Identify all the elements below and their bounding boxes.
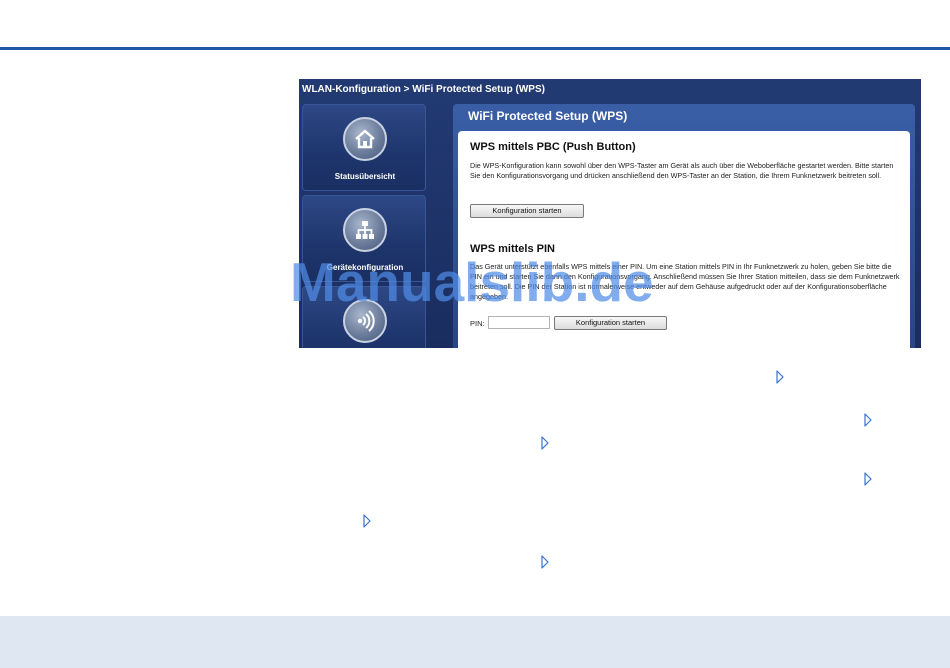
arrow-right-icon bbox=[541, 555, 549, 569]
header-rule bbox=[0, 47, 950, 50]
pin-start-button[interactable]: Konfiguration starten bbox=[554, 316, 667, 330]
pin-label: PIN: bbox=[470, 319, 485, 328]
network-icon bbox=[343, 208, 387, 252]
arrow-right-icon bbox=[776, 370, 784, 384]
nav-item-label: Statusübersicht bbox=[334, 172, 396, 181]
pbc-title: WPS mittels PBC (Push Button) bbox=[470, 141, 636, 153]
breadcrumb: WLAN-Konfiguration > WiFi Protected Setu… bbox=[302, 84, 545, 95]
watermark: Manualslib.de bbox=[290, 251, 654, 313]
arrow-right-icon bbox=[541, 436, 549, 450]
arrow-right-icon bbox=[864, 413, 872, 427]
pbc-start-button[interactable]: Konfiguration starten bbox=[470, 204, 584, 218]
footer-band bbox=[0, 616, 950, 668]
home-icon bbox=[343, 117, 387, 161]
panel-body: WPS mittels PBC (Push Button) Die WPS-Ko… bbox=[458, 131, 910, 348]
pin-input[interactable] bbox=[488, 316, 550, 329]
panel-title: WiFi Protected Setup (WPS) bbox=[468, 109, 628, 123]
arrow-right-icon bbox=[363, 514, 371, 528]
pbc-description: Die WPS-Konfiguration kann sowohl über d… bbox=[470, 161, 894, 180]
nav-item-statusuebersicht[interactable]: Statusübersicht bbox=[302, 104, 426, 191]
arrow-right-icon bbox=[864, 472, 872, 486]
